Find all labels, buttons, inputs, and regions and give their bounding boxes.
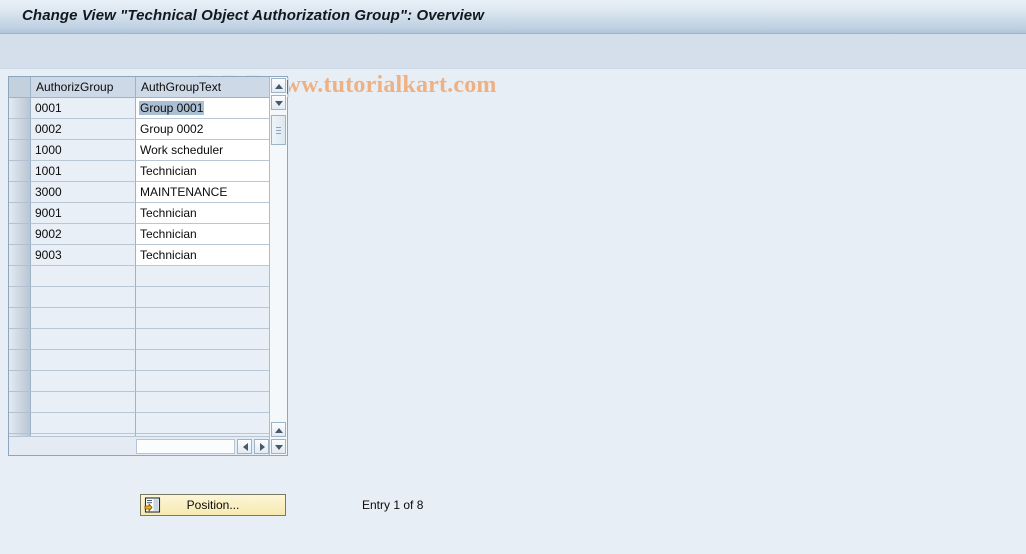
table-row[interactable]: 3000 MAINTENANCE [9, 182, 271, 203]
cell-authgrouptext[interactable]: Technician [136, 203, 271, 224]
grip-line-icon [276, 133, 281, 134]
cell-authorizgroup[interactable] [31, 266, 136, 287]
row-selector-cell[interactable] [9, 350, 31, 371]
overview-table-panel: AuthorizGroup AuthGroupText 0001 Group 00… [8, 76, 289, 456]
cell-authorizgroup[interactable]: 9002 [31, 224, 136, 245]
entry-status-text: Entry 1 of 8 [362, 498, 424, 512]
row-selector-cell[interactable] [9, 98, 31, 119]
cell-authgrouptext[interactable] [136, 350, 271, 371]
table-row[interactable]: 1001 Technician [9, 161, 271, 182]
row-selector-cell[interactable] [9, 329, 31, 350]
cell-authorizgroup[interactable]: 1000 [31, 140, 136, 161]
cell-authorizgroup[interactable]: 1001 [31, 161, 136, 182]
position-button-label: Position... [186, 498, 240, 512]
cell-authgrouptext[interactable]: MAINTENANCE [136, 182, 271, 203]
grip-line-icon [276, 127, 281, 128]
header-select-all-cell[interactable] [9, 77, 31, 98]
table-row-empty[interactable] [9, 329, 271, 350]
cell-authorizgroup[interactable] [31, 350, 136, 371]
row-selector-cell[interactable] [9, 371, 31, 392]
cell-authgrouptext[interactable] [136, 371, 271, 392]
chevron-up-icon [275, 84, 283, 89]
scroll-page-up-button[interactable] [271, 422, 286, 437]
row-selector-cell[interactable] [9, 392, 31, 413]
horizontal-scroll-track[interactable] [136, 439, 235, 454]
row-selector-cell[interactable] [9, 224, 31, 245]
cell-authgrouptext[interactable]: Group 0002 [136, 119, 271, 140]
application-toolbar: New Entries [0, 34, 1026, 98]
row-selector-cell[interactable] [9, 182, 31, 203]
table-row[interactable]: 9001 Technician [9, 203, 271, 224]
row-selector-cell[interactable] [9, 140, 31, 161]
table-row-empty[interactable] [9, 371, 271, 392]
chevron-right-icon [260, 443, 265, 451]
row-selector-cell[interactable] [9, 413, 31, 434]
table-row-empty[interactable] [9, 413, 271, 434]
data-grid: AuthorizGroup AuthGroupText 0001 Group 00… [9, 77, 271, 455]
scroll-page-down-button[interactable] [271, 439, 286, 454]
chevron-left-icon [243, 443, 248, 451]
scroll-right-button[interactable] [254, 439, 269, 454]
cell-authorizgroup[interactable] [31, 329, 136, 350]
table-row-empty[interactable] [9, 308, 271, 329]
table-row[interactable]: 1000 Work scheduler [9, 140, 271, 161]
grip-line-icon [276, 130, 281, 131]
cell-authorizgroup[interactable] [31, 371, 136, 392]
cell-authorizgroup[interactable]: 0001 [31, 98, 136, 119]
cell-authorizgroup[interactable] [31, 287, 136, 308]
row-selector-cell[interactable] [9, 245, 31, 266]
cell-authorizgroup[interactable] [31, 308, 136, 329]
chevron-up-icon [275, 428, 283, 433]
cell-authgrouptext[interactable]: Work scheduler [136, 140, 271, 161]
cell-authgrouptext[interactable] [136, 287, 271, 308]
table-row[interactable]: 9002 Technician [9, 224, 271, 245]
selected-cell-text: Group 0001 [139, 101, 205, 115]
row-selector-cell[interactable] [9, 266, 31, 287]
row-selector-cell[interactable] [9, 287, 31, 308]
cell-authgrouptext[interactable] [136, 413, 271, 434]
cell-authgrouptext[interactable] [136, 308, 271, 329]
cell-authorizgroup[interactable]: 3000 [31, 182, 136, 203]
cell-authgrouptext[interactable]: Technician [136, 245, 271, 266]
cell-authorizgroup[interactable] [31, 413, 136, 434]
table-row[interactable]: 0001 Group 0001 [9, 98, 271, 119]
column-header-authorizgroup[interactable]: AuthorizGroup [31, 77, 136, 98]
scroll-up-button[interactable] [271, 78, 286, 93]
table-row-empty[interactable] [9, 350, 271, 371]
row-selector-cell[interactable] [9, 308, 31, 329]
cell-authgrouptext[interactable]: Technician [136, 224, 271, 245]
cell-authorizgroup[interactable] [31, 392, 136, 413]
column-header-authgrouptext[interactable]: AuthGroupText [136, 77, 271, 98]
cell-authgrouptext[interactable] [136, 329, 271, 350]
watermark-text: www.tutorialkart.com [266, 72, 497, 98]
vertical-scroll-thumb[interactable] [271, 115, 286, 145]
table-header-row: AuthorizGroup AuthGroupText [9, 77, 271, 98]
row-selector-cell[interactable] [9, 161, 31, 182]
cell-authgrouptext[interactable] [136, 392, 271, 413]
table-row[interactable]: 9003 Technician [9, 245, 271, 266]
scroll-down-button[interactable] [271, 95, 286, 110]
window-title-bar: Change View "Technical Object Authorizat… [0, 0, 1026, 34]
cell-authgrouptext[interactable]: Technician [136, 161, 271, 182]
position-button[interactable]: Position... [140, 494, 286, 516]
row-selector-cell[interactable] [9, 119, 31, 140]
horizontal-scrollbar[interactable] [9, 436, 271, 455]
table-body: 0001 Group 0001 0002 Group 0002 1000 Work sch… [9, 98, 271, 455]
cell-authorizgroup[interactable]: 9003 [31, 245, 136, 266]
table-row-empty[interactable] [9, 392, 271, 413]
chevron-down-icon [275, 101, 283, 106]
scroll-left-button[interactable] [237, 439, 252, 454]
cell-authorizgroup[interactable]: 9001 [31, 203, 136, 224]
table-row-empty[interactable] [9, 287, 271, 308]
cell-authgrouptext[interactable]: Group 0001 [136, 98, 271, 119]
table-row[interactable]: 0002 Group 0002 [9, 119, 271, 140]
page-title: Change View "Technical Object Authorizat… [22, 7, 484, 24]
row-selector-cell[interactable] [9, 203, 31, 224]
cell-authorizgroup[interactable]: 0002 [31, 119, 136, 140]
cell-authgrouptext[interactable] [136, 266, 271, 287]
vertical-scrollbar[interactable] [269, 77, 287, 455]
table-row-empty[interactable] [9, 266, 271, 287]
chevron-down-icon [275, 445, 283, 450]
